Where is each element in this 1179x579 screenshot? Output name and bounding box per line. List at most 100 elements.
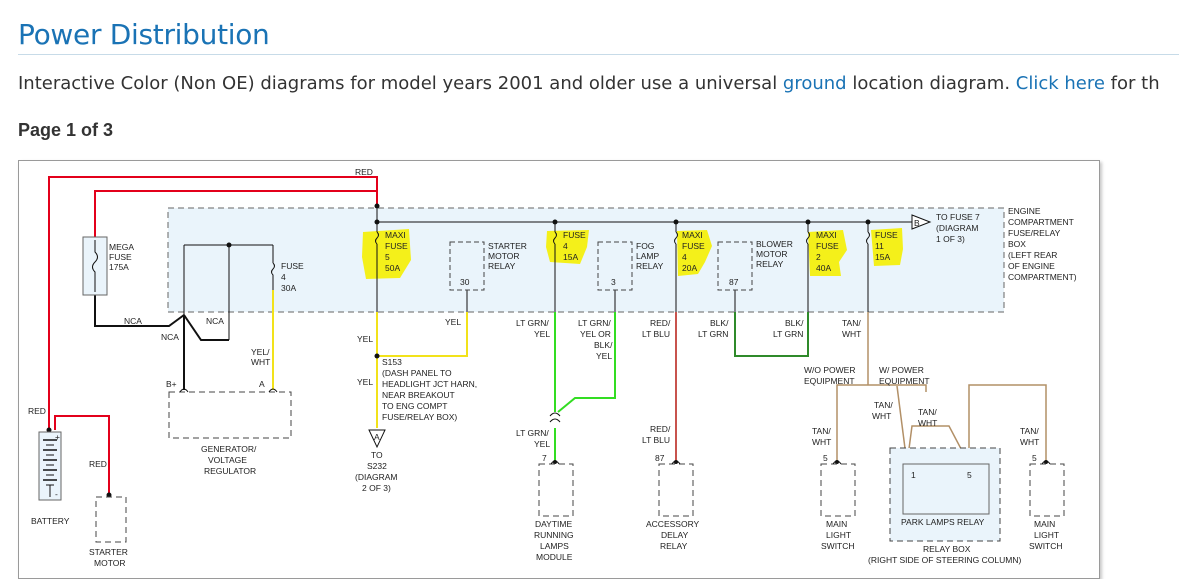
wiring-diagram: MEGA FUSE 175A FUSE 4 30A MAXI FUSE 5 50… [18,160,1100,579]
wire-label-red-lt-blu-2: LT BLU [642,329,670,339]
blower-relay-label-1: BLOWER [756,239,793,249]
splice-label-1: S153 [382,357,402,367]
wire-label-lt-grn-yel-lower-1: LT GRN/ [516,428,549,438]
maxi-5-label-3: 5 [385,252,390,262]
maxi-4-label-4: 20A [682,263,697,273]
switch-right-label-2: LIGHT [1034,530,1059,540]
wire-label-nca-2: NCA [206,316,224,326]
accessory-label-2: DELAY [661,530,689,540]
fog-relay-label-3: RELAY [636,261,664,271]
to-s232-label-3: (DIAGRAM [355,472,398,482]
wire-label-red-top: RED [355,167,373,177]
wire-label-lt-grn-yel-lower-2: YEL [534,439,550,449]
wire-label-tan-wht-relay-a-1: TAN/ [874,400,893,410]
drl-label-2: RUNNING [534,530,574,540]
connector-b-label: B [914,218,920,228]
wire-label-blk-lt-grn-2-b: LT GRN [773,329,803,339]
engine-box-label-3: FUSE/RELAY [1008,228,1061,238]
wire-label-blk-lt-grn-1-a: BLK/ [710,318,729,328]
engine-box-label-1: ENGINE [1008,206,1041,216]
wire-label-tan-wht-relay-a-2: WHT [872,411,891,421]
fog-relay-label-2: LAMP [636,251,659,261]
intro-text-2: location diagram. [846,73,1016,94]
park-relay-pin-1: 1 [911,470,916,480]
fuse-11-label-1: FUSE [875,230,898,240]
accessory-delay-relay [658,463,694,517]
fuse-11-label-3: 15A [875,252,890,262]
wire-label-tan-wht-switch-left-2: WHT [812,437,831,447]
starter-motor-label-2: MOTOR [94,558,125,568]
wire-label-lt-grn-yel-2: YEL [534,329,550,339]
generator-pin-b-plus: B+ [166,379,177,389]
equipment-w-label-1: W/ POWER [879,365,924,375]
fog-relay-label-1: FOG [636,241,654,251]
drl-label-4: MODULE [536,552,573,562]
daytime-running-lamps-module [538,463,574,517]
splice-label-4: NEAR BREAKOUT [382,390,455,400]
fuse-4-15a-label-3: 15A [563,252,578,262]
wiring-diagram-svg: MEGA FUSE 175A FUSE 4 30A MAXI FUSE 5 50… [28,167,1077,568]
wire-label-red-lt-blu-lower-1: RED/ [650,424,671,434]
maxi-5-label-2: FUSE [385,241,408,251]
drl-label-1: DAYTIME [535,519,572,529]
wire-label-lt-grn-yel-or-1: LT GRN/ [578,318,611,328]
engine-box-label-2: COMPARTMENT [1008,217,1074,227]
park-relay-pin-5: 5 [967,470,972,480]
mega-fuse-label-2: FUSE [109,252,132,262]
switch-right-label-1: MAIN [1034,519,1055,529]
fuse-4-30a-label-2: 4 [281,272,286,282]
maxi-4-label-3: 4 [682,252,687,262]
maxi-4-label-2: FUSE [682,241,705,251]
starter-motor [95,496,127,543]
tan-wht-wires [836,312,1047,465]
switch-left-label-1: MAIN [826,519,847,529]
mega-fuse-label-3: 175A [109,262,129,272]
engine-box-label-7: COMPARTMENT) [1008,272,1077,282]
equipment-wo-label-2: EQUIPMENT [804,376,855,386]
fuse-4-15a-label-1: FUSE [563,230,586,240]
intro-text-3: for th [1104,73,1160,94]
generator-label-2: VOLTAGE [208,455,247,465]
mega-fuse-label-1: MEGA [109,242,134,252]
wire-label-nca-1: NCA [124,316,142,326]
to-fuse-label-2: (DIAGRAM [936,223,979,233]
generator-label-3: REGULATOR [204,466,256,476]
wire-label-tan-wht-relay-b-1: TAN/ [918,407,937,417]
switch-left-pin: 5 [823,453,828,463]
wire-label-tan-wht-switch-right-2: WHT [1020,437,1039,447]
to-fuse-label-1: TO FUSE 7 [936,212,980,222]
generator-pin-a: A [259,379,265,389]
wire-label-tan-wht-top-2: WHT [842,329,861,339]
fuse-4-30a-label-1: FUSE [281,261,304,271]
wire-label-lt-grn-yel-or-2: YEL OR [580,329,611,339]
equipment-wo-label-1: W/O POWER [804,365,855,375]
fuse-4-15a-label-2: 4 [563,241,568,251]
wire-label-lt-grn-yel-1: LT GRN/ [516,318,549,328]
to-fuse-label-3: 1 OF 3) [936,234,965,244]
main-light-switch-right [1029,463,1065,517]
title-divider [18,54,1179,55]
fuse-4-30a-label-3: 30A [281,283,296,293]
to-s232-label-1: TO [371,450,383,460]
crossover-icon [549,412,561,423]
blower-relay-label-3: RELAY [756,259,784,269]
wire-label-red-lt-blu-1: RED/ [650,318,671,328]
wire-label-lt-grn-yel-or-4: YEL [596,351,612,361]
click-here-link[interactable]: Click here [1016,73,1105,94]
wire-label-red-starter: RED [89,459,107,469]
splice-label-5: TO ENG COMPT [382,401,448,411]
wire-label-yel-wht-1: YEL/ [251,347,270,357]
blower-relay-pin: 87 [729,277,739,287]
switch-right-pin: 5 [1032,453,1037,463]
battery-minus: - [55,489,58,499]
drl-pin: 7 [542,453,547,463]
ground-link[interactable]: ground [783,73,847,94]
generator-voltage-regulator [168,391,292,439]
to-s232-label-2: S232 [367,461,387,471]
splice-label-3: HEADLIGHT JCT HARN, [382,379,477,389]
wire-label-tan-wht-switch-left-1: TAN/ [812,426,831,436]
battery-plus: + [55,432,60,442]
park-lamps-relay [902,463,990,515]
switch-left-label-2: LIGHT [826,530,851,540]
maxi-5-label-4: 50A [385,263,400,273]
